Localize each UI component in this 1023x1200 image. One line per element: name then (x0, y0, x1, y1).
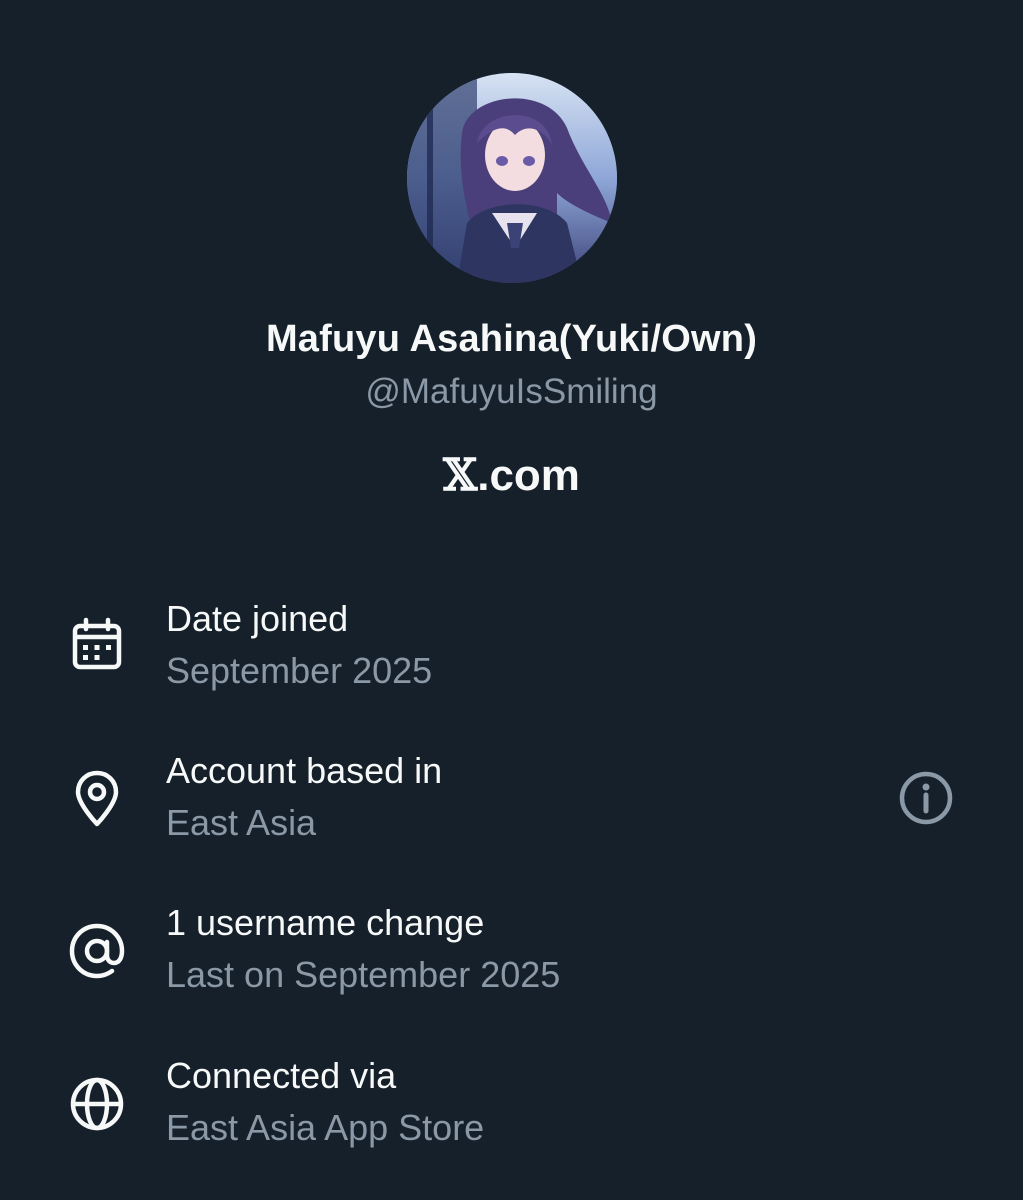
about-row-value: East Asia App Store (166, 1107, 485, 1148)
avatar-illustration (407, 73, 617, 283)
about-row-value: East Asia (166, 802, 317, 843)
profile-about-page: Mafuyu Asahina(Yuki/Own) @MafuyuIsSmilin… (0, 0, 1023, 1200)
about-row-date-joined: Date joined September 2025 (0, 598, 1023, 718)
username-handle: @MafuyuIsSmiling (365, 372, 658, 411)
about-row-account-based-in: Account based in East Asia (0, 750, 1023, 870)
about-row-value: Last on September 2025 (166, 954, 561, 995)
about-row-connected-via: Connected via East Asia App Store (0, 1055, 1023, 1175)
about-row-label: Connected via (166, 1055, 397, 1096)
at-sign-icon (66, 920, 128, 982)
about-row-label: 1 username change (166, 902, 485, 943)
info-icon[interactable] (897, 769, 955, 827)
location-pin-icon (66, 768, 128, 830)
x-logo-icon: 𝕏 (443, 450, 478, 501)
display-name: Mafuyu Asahina(Yuki/Own) (265, 318, 758, 360)
brand-domain: 𝕏.com (0, 450, 1023, 501)
about-row-username-change: 1 username change Last on September 2025 (0, 902, 1023, 1022)
profile-avatar[interactable] (407, 73, 617, 283)
about-row-label: Date joined (166, 598, 349, 639)
brand-suffix: .com (477, 451, 580, 500)
globe-icon (66, 1073, 128, 1135)
calendar-icon (66, 616, 128, 678)
about-row-value: September 2025 (166, 650, 433, 691)
about-row-label: Account based in (166, 750, 443, 791)
